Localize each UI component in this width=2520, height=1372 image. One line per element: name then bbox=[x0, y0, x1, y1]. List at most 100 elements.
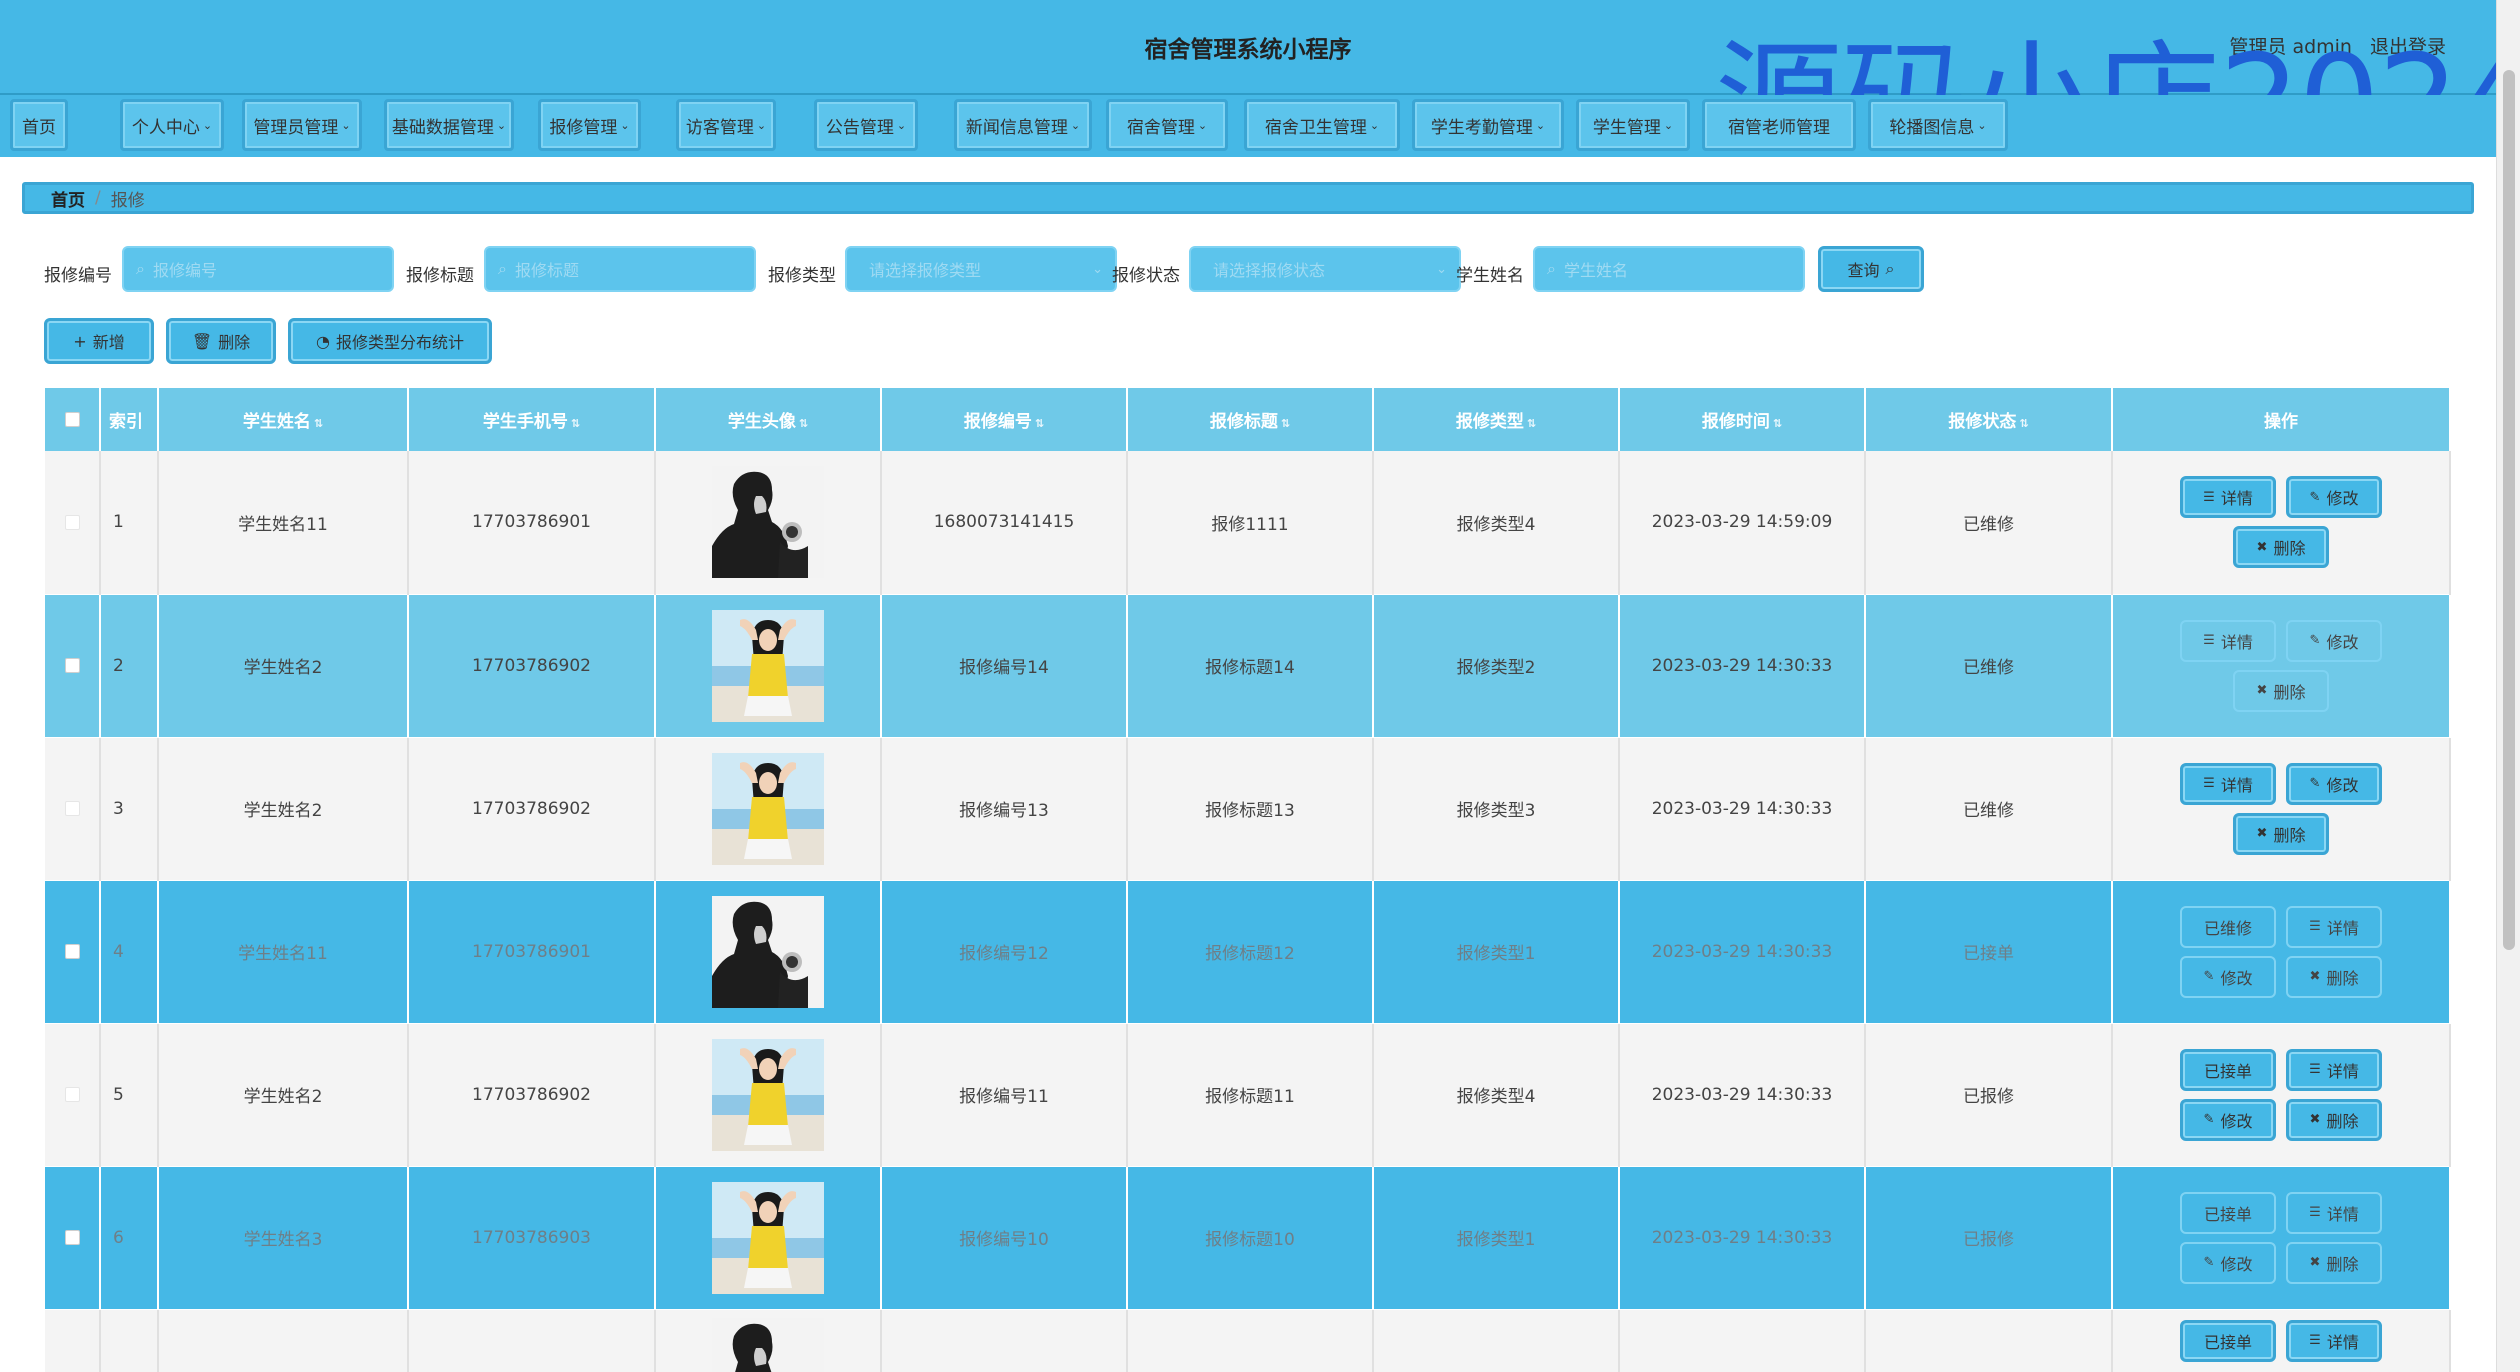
add-button[interactable]: + 新增 bbox=[44, 318, 154, 364]
nav-item-4[interactable]: 基础数据管理 ⌄ bbox=[384, 99, 514, 151]
chevron-down-icon: ⌄ bbox=[1369, 118, 1380, 132]
edit-button[interactable]: ✎ 修改 bbox=[2286, 619, 2382, 662]
nav-item-14[interactable]: 轮播图信息 ⌄ bbox=[1868, 99, 2008, 151]
delete-row-button[interactable]: ✖ 删除 bbox=[2286, 1098, 2382, 1141]
column-header[interactable]: 学生姓名 ⇅ bbox=[158, 388, 409, 451]
repair-status-cell: 已维修 bbox=[1865, 737, 2113, 881]
column-header[interactable]: 报修类型 ⇅ bbox=[1373, 388, 1620, 451]
operations-cell: 已接单 ☰ 详情 ✎ 修改 ✖ 删除 bbox=[2112, 1166, 2451, 1310]
nav-item-6[interactable]: 访客管理 ⌄ bbox=[676, 99, 776, 151]
column-header[interactable]: 报修标题 ⇅ bbox=[1127, 388, 1374, 451]
repair-status-cell: 已维修 bbox=[1865, 594, 2113, 738]
row-checkbox[interactable] bbox=[64, 1087, 80, 1102]
sort-icon: ⇅ bbox=[313, 417, 324, 430]
logout-link[interactable]: 退出登录 bbox=[2370, 32, 2446, 59]
mark-accepted-button[interactable]: 已接单 bbox=[2180, 1048, 2276, 1091]
nav-item-5[interactable]: 报修管理 ⌄ bbox=[538, 99, 641, 151]
column-header[interactable]: 学生手机号 ⇅ bbox=[408, 388, 656, 451]
row-checkbox[interactable] bbox=[64, 801, 80, 816]
column-header[interactable]: 学生头像 ⇅ bbox=[655, 388, 882, 451]
delete-row-button[interactable]: ✖ 删除 bbox=[2286, 955, 2382, 998]
row-checkbox[interactable] bbox=[64, 944, 80, 959]
pencil-icon: ✎ bbox=[2309, 776, 2321, 791]
nav-item-1[interactable]: 首页 bbox=[10, 99, 68, 151]
sort-icon: ⇅ bbox=[1526, 417, 1537, 430]
select-all-checkbox[interactable] bbox=[64, 412, 80, 427]
mark-accepted-button[interactable]: 已接单 bbox=[2180, 1191, 2276, 1234]
detail-button[interactable]: ☰ 详情 bbox=[2286, 1048, 2382, 1091]
row-checkbox[interactable] bbox=[64, 1230, 80, 1245]
repair-status-cell: 已报修 bbox=[1865, 1166, 2113, 1310]
trash-icon: 🗑︎ bbox=[191, 331, 213, 351]
edit-button[interactable]: ✎ 修改 bbox=[2180, 1241, 2276, 1284]
delete-row-button[interactable]: ✖ 删除 bbox=[2286, 1241, 2382, 1284]
edit-button[interactable]: ✎ 修改 bbox=[2286, 762, 2382, 805]
detail-button[interactable]: ☰ 详情 bbox=[2180, 476, 2276, 519]
nav-item-11[interactable]: 学生考勤管理 ⌄ bbox=[1412, 99, 1564, 151]
edit-button[interactable]: ✎ 修改 bbox=[2180, 955, 2276, 998]
mark-repaired-button[interactable]: 已维修 bbox=[2180, 905, 2276, 948]
repair-no-cell: 报修编号14 bbox=[881, 594, 1128, 738]
trash-icon: ✖ bbox=[2256, 826, 2268, 841]
row-operations: ☰ 详情 ✎ 修改 ✖ 删除 bbox=[2113, 762, 2449, 855]
repair-title-input[interactable]: ⌕ 报修标题 bbox=[484, 246, 756, 292]
edit-button[interactable]: ✎ 修改 bbox=[2180, 1098, 2276, 1141]
detail-button[interactable]: ☰ 详情 bbox=[2286, 905, 2382, 948]
column-header[interactable]: 报修时间 ⇅ bbox=[1619, 388, 1866, 451]
search-icon: ⌕ bbox=[136, 259, 145, 278]
repair-status-select[interactable]: 请选择报修状态 ⌄ bbox=[1189, 246, 1461, 292]
detail-button[interactable]: ☰ 详情 bbox=[2286, 1319, 2382, 1362]
repair-type-select[interactable]: 请选择报修类型 ⌄ bbox=[845, 246, 1117, 292]
delete-row-button[interactable]: ✖ 删除 bbox=[2233, 812, 2329, 855]
student-avatar bbox=[712, 896, 824, 1008]
table-row: 1 学生姓名11 17703786901 1680073141415 报修1111 报修类… bbox=[45, 451, 2451, 595]
scrollbar-thumb[interactable] bbox=[2503, 70, 2515, 950]
nav-item-12[interactable]: 学生管理 ⌄ bbox=[1576, 99, 1690, 151]
repair-time-cell: 2023-03-29 14:30:33 bbox=[1619, 1166, 1866, 1310]
detail-button[interactable]: ☰ 详情 bbox=[2286, 1191, 2382, 1234]
nav-item-3[interactable]: 管理员管理 ⌄ bbox=[242, 99, 362, 151]
mark-accepted-button[interactable]: 已接单 bbox=[2180, 1319, 2276, 1362]
student-name-cell: 学生姓名2 bbox=[158, 1023, 409, 1167]
student-avatar bbox=[712, 466, 824, 578]
stats-button[interactable]: ◔ 报修类型分布统计 bbox=[288, 318, 492, 364]
top-header: 宿舍管理系统小程序 管理员 admin 退出登录 bbox=[0, 0, 2496, 95]
nav-item-9[interactable]: 宿舍管理 ⌄ bbox=[1106, 99, 1228, 151]
row-operations: 已维修 ☰ 详情 ✎ 修改 ✖ 删除 bbox=[2113, 905, 2449, 998]
delete-row-button[interactable]: ✖ 删除 bbox=[2233, 526, 2329, 569]
detail-button[interactable]: ☰ 详情 bbox=[2180, 762, 2276, 805]
row-checkbox[interactable] bbox=[64, 658, 80, 673]
chevron-down-icon: ⌄ bbox=[341, 118, 351, 132]
nav-item-2[interactable]: 个人中心 ⌄ bbox=[120, 99, 224, 151]
delete-row-button[interactable]: ✖ 删除 bbox=[2233, 669, 2329, 712]
column-header[interactable]: 报修编号 ⇅ bbox=[881, 388, 1128, 451]
breadcrumb-home[interactable]: 首页 bbox=[51, 186, 85, 211]
repair-title-cell: 报修1111 bbox=[1127, 451, 1374, 595]
nav-item-10[interactable]: 宿舍卫生管理 ⌄ bbox=[1244, 99, 1400, 151]
repair-status-cell: 已维修 bbox=[1865, 451, 2113, 595]
pencil-icon: ✎ bbox=[2309, 489, 2321, 505]
row-operations: 已接单 ☰ 详情 ✎ 修改 ✖ 删除 bbox=[2113, 1048, 2449, 1141]
pie-chart-icon: ◔ bbox=[316, 331, 330, 351]
row-select-cell bbox=[45, 1023, 101, 1167]
repair-type-cell: 报修类型1 bbox=[1373, 880, 1620, 1024]
operations-cell: ☰ 详情 ✎ 修改 ✖ 删除 bbox=[2112, 451, 2451, 595]
student-avatar-cell bbox=[655, 737, 882, 881]
row-checkbox[interactable] bbox=[64, 514, 80, 530]
column-header[interactable]: 报修状态 ⇅ bbox=[1865, 388, 2113, 451]
repair-type-label: 报修类型 bbox=[768, 266, 836, 286]
nav-item-label: 宿舍管理 bbox=[1126, 117, 1195, 138]
delete-button[interactable]: 🗑︎ 删除 bbox=[166, 318, 276, 364]
student-avatar bbox=[712, 1039, 824, 1151]
query-button[interactable]: 查询 ⌕ bbox=[1818, 246, 1924, 292]
nav-item-label: 宿舍卫生管理 bbox=[1264, 117, 1367, 138]
detail-button[interactable]: ☰ 详情 bbox=[2180, 619, 2276, 662]
edit-button[interactable]: ✎ 修改 bbox=[2286, 476, 2382, 519]
nav-item-13[interactable]: 宿管老师管理 bbox=[1702, 99, 1856, 151]
row-index: 6 bbox=[100, 1166, 159, 1310]
repair-no-input[interactable]: ⌕ 报修编号 bbox=[122, 246, 394, 292]
page-scrollbar[interactable] bbox=[2496, 0, 2520, 1372]
nav-item-7[interactable]: 公告管理 ⌄ bbox=[814, 99, 918, 151]
nav-item-8[interactable]: 新闻信息管理 ⌄ bbox=[954, 99, 1092, 151]
student-name-input[interactable]: ⌕ 学生姓名 bbox=[1533, 246, 1805, 292]
